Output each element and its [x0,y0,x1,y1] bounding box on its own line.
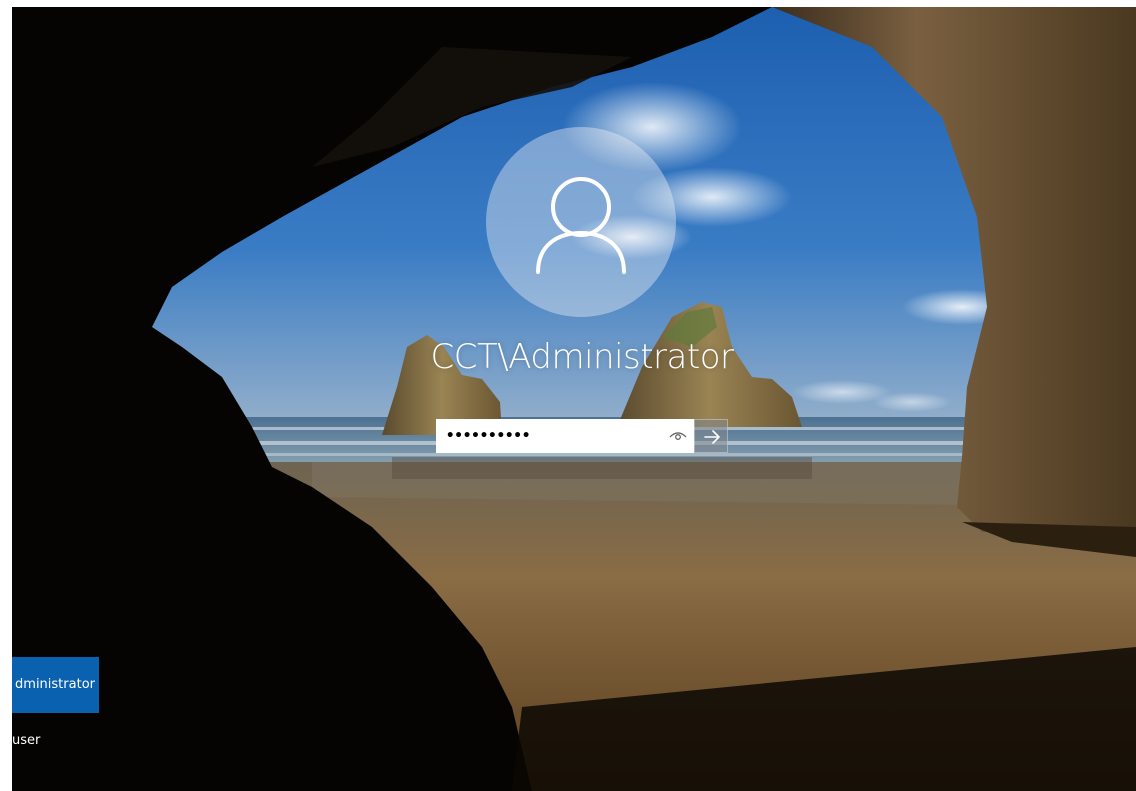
password-input[interactable] [436,419,694,453]
user-tile-user[interactable]: user [12,713,99,769]
user-tile-administrator[interactable]: dministrator [12,657,99,713]
arrow-right-icon [704,430,720,444]
user-tile-label: dministrator [15,677,95,692]
user-tile-label: user [12,733,41,748]
background-wallpaper [12,7,1136,791]
user-avatar-icon [536,177,626,274]
password-area [436,419,728,453]
reveal-password-button[interactable] [668,428,688,444]
user-list: dministrator user [12,657,112,769]
username-label: CCT\Administrator [430,337,734,377]
eye-icon [669,432,687,440]
submit-button[interactable] [694,419,728,453]
lock-screen: CCT\Administrator dministrator user [12,7,1136,791]
user-avatar [486,127,676,317]
